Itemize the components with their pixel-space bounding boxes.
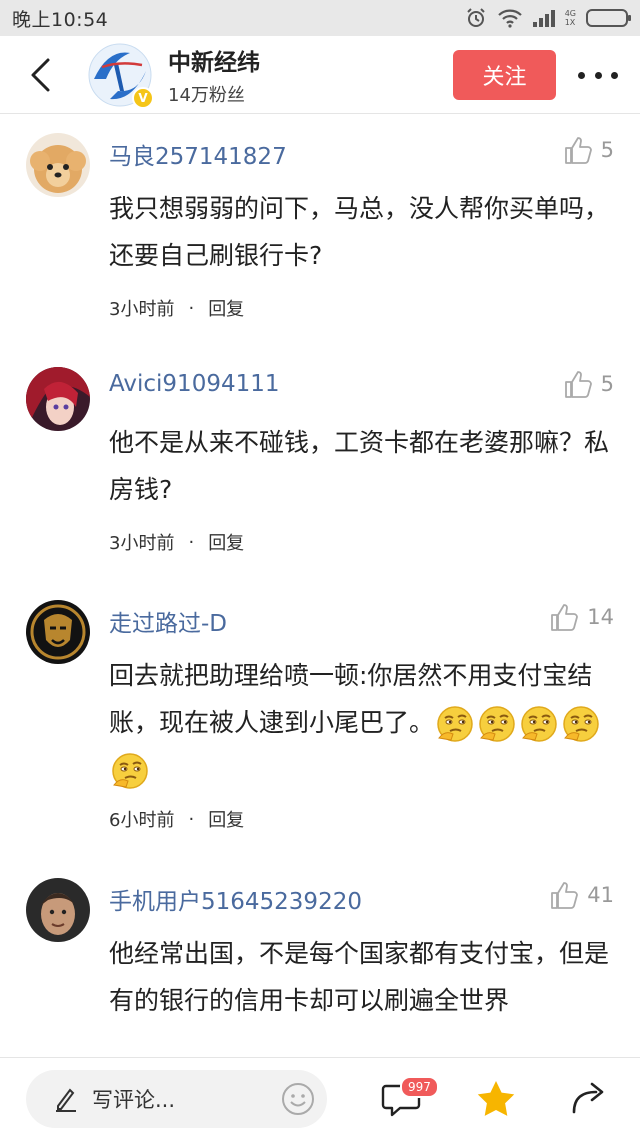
emoji-icon[interactable] (281, 1082, 315, 1116)
thinking-face-emoji (479, 706, 515, 742)
comment-time: 6小时前 (109, 810, 175, 831)
comment-username[interactable]: 手机用户51645239220 (109, 882, 362, 916)
chevron-left-icon (31, 58, 50, 91)
user-avatar[interactable] (26, 600, 90, 664)
battery-icon (586, 9, 631, 27)
thumbs-up-icon (564, 371, 592, 398)
wifi-icon (497, 9, 522, 28)
reply-link[interactable]: 回复 (208, 295, 244, 321)
verified-badge-icon: V (132, 86, 154, 109)
thumbs-up-icon (551, 882, 579, 909)
channel-avatar[interactable]: V (88, 43, 154, 109)
network-label: 4G 1X (564, 9, 576, 27)
article-header: V 中新经纬 14万粉丝 关注 (0, 36, 640, 114)
thumbs-up-icon (564, 137, 592, 164)
like-count: 14 (587, 605, 614, 629)
comment-username[interactable]: Avici91094111 (109, 371, 280, 397)
status-bar: 晚上10:54 4G 1X (0, 0, 640, 36)
more-options-icon[interactable] (578, 58, 618, 92)
comment-list: 马良257141827 5 我只想弱弱的问下，马总，没人帮你买单吗，还要自己刷银… (0, 115, 640, 1057)
like-button[interactable]: 14 (549, 602, 614, 632)
like-button[interactable]: 5 (563, 135, 614, 165)
like-count: 5 (600, 372, 614, 396)
user-avatar[interactable] (26, 133, 90, 197)
back-button[interactable] (0, 36, 80, 114)
comment-text: 回去就把助理给喷一顿:你居然不用支付宝结账，现在被人逮到小尾巴了。 (109, 652, 614, 793)
user-avatar[interactable] (26, 367, 90, 431)
reply-link[interactable]: 回复 (208, 806, 244, 832)
star-icon (477, 1081, 515, 1116)
comment-text: 我只想弱弱的问下，马总，没人帮你买单吗，还要自己刷银行卡? (109, 194, 610, 270)
thinking-face-emoji (521, 706, 557, 742)
thinking-face-emoji (437, 706, 473, 742)
share-icon (572, 1082, 604, 1114)
share-button[interactable] (568, 1078, 610, 1124)
comment-username[interactable]: 马良257141827 (109, 137, 287, 171)
like-count: 41 (587, 883, 614, 907)
signal-icon (532, 10, 555, 27)
like-count: 5 (600, 138, 614, 162)
thinking-face-emoji (112, 753, 148, 789)
like-button[interactable]: 41 (549, 880, 614, 910)
fan-count: 14万粉丝 (168, 84, 245, 106)
comment-time: 3小时前 (109, 533, 175, 554)
favorite-button[interactable] (475, 1078, 517, 1124)
channel-name[interactable]: 中新经纬 (168, 43, 260, 77)
alarm-icon (466, 8, 485, 27)
comment-time: 3小时前 (109, 299, 175, 320)
comment-placeholder: 写评论... (92, 1088, 176, 1112)
follow-button[interactable]: 关注 (453, 50, 556, 100)
bottom-action-bar: 写评论... 997 (0, 1057, 640, 1138)
user-avatar[interactable] (26, 878, 90, 942)
comment-username[interactable]: 走过路过-D (109, 604, 227, 638)
thinking-face-emoji (563, 706, 599, 742)
comment-count-badge: 997 (400, 1076, 439, 1098)
comment-input[interactable]: 写评论... (26, 1070, 327, 1128)
like-button[interactable]: 5 (563, 369, 614, 399)
comment-text: 他经常出国，不是每个国家都有支付宝，但是有的银行的信用卡却可以刷遍全世界 (109, 939, 610, 1015)
reply-link[interactable]: 回复 (208, 529, 244, 555)
pen-icon (56, 1088, 76, 1112)
status-time: 晚上10:54 (12, 8, 109, 31)
thumbs-up-icon (551, 604, 579, 631)
comment-text: 他不是从来不碰钱，工资卡都在老婆那嘛？私房钱? (109, 428, 610, 504)
